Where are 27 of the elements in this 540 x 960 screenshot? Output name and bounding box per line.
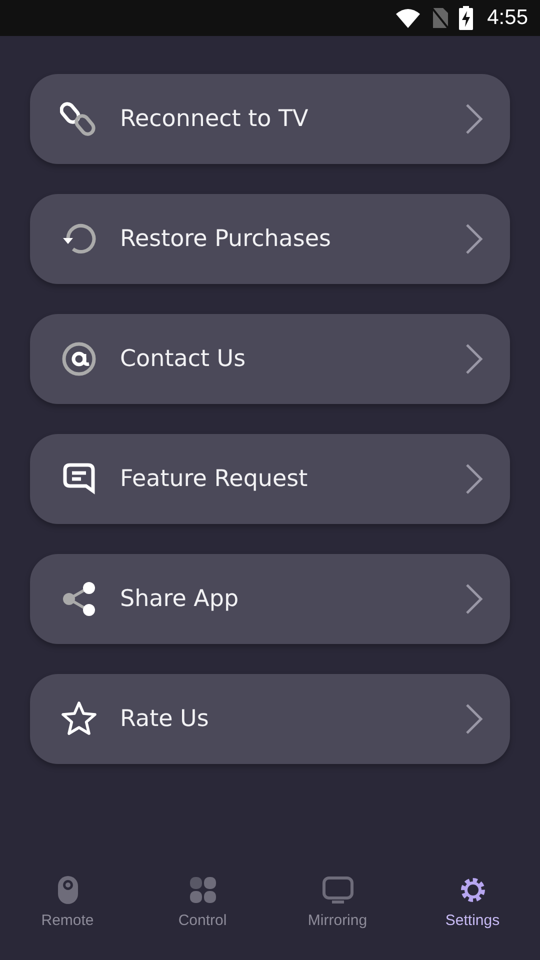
menu-item[interactable]: Share App [30, 554, 510, 644]
menu-item[interactable]: Contact Us [30, 314, 510, 404]
battery-charging-icon [459, 6, 474, 30]
no-sim-icon [431, 7, 450, 29]
chevron-right-icon [464, 462, 484, 496]
wifi-icon [395, 8, 422, 28]
nav-tab[interactable]: Settings [405, 860, 540, 960]
status-time: 4:55 [487, 6, 528, 30]
chevron-right-icon [464, 102, 484, 136]
star-icon [60, 700, 98, 738]
chevron-right-icon [464, 702, 484, 736]
nav-tab[interactable]: Control [135, 860, 270, 960]
menu-item[interactable]: Reconnect to TV [30, 74, 510, 164]
chevron-right-icon [464, 582, 484, 616]
chain-link-icon [60, 100, 98, 138]
nav-tab[interactable]: Remote [0, 860, 135, 960]
share-icon [60, 580, 98, 618]
nav-tab[interactable]: Mirroring [270, 860, 405, 960]
chevron-right-icon [464, 342, 484, 376]
grid-icon [188, 876, 216, 904]
menu-item[interactable]: Rate Us [30, 674, 510, 764]
menu-item[interactable]: Feature Request [30, 434, 510, 524]
chevron-right-icon [464, 222, 484, 256]
screen-icon [322, 876, 354, 904]
remote-icon [56, 875, 78, 905]
menu-item[interactable]: Restore Purchases [30, 194, 510, 284]
at-sign-icon [60, 340, 98, 378]
